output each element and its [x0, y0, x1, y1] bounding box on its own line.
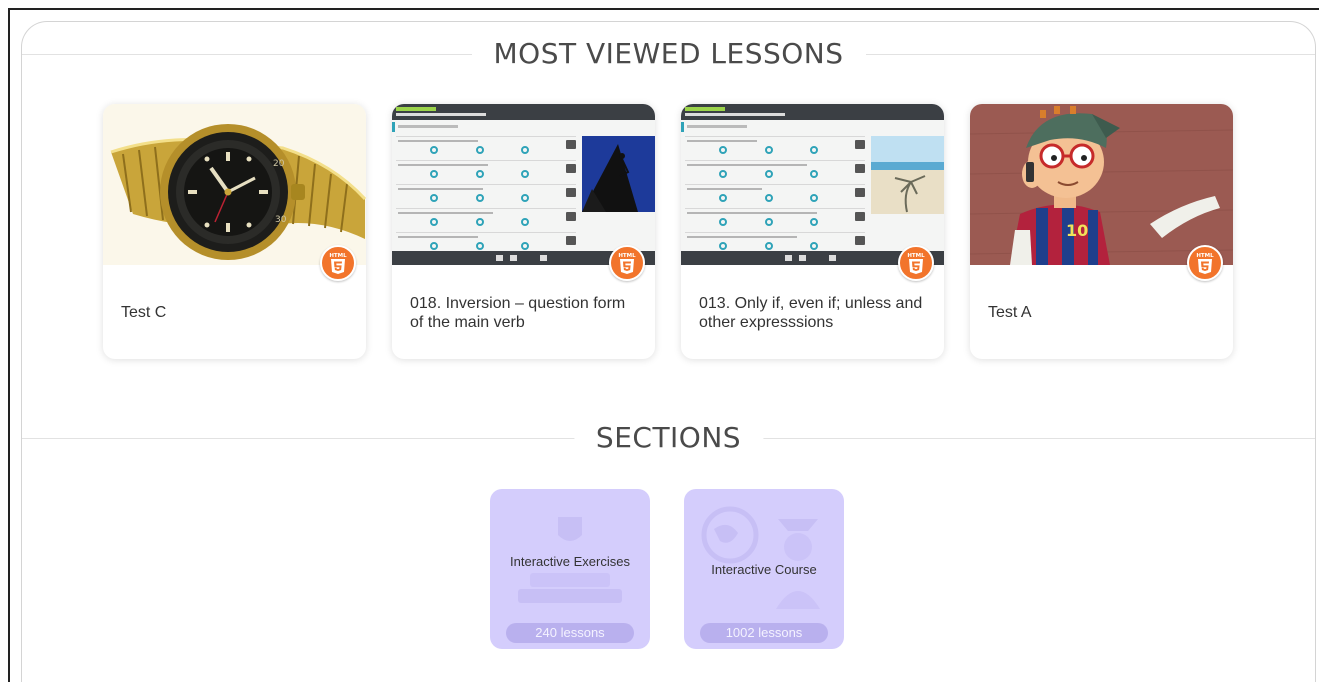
- html5-badge-icon: HTML: [320, 245, 356, 281]
- badge-label: HTML: [907, 253, 925, 259]
- svg-text:30: 30: [275, 215, 287, 225]
- lesson-thumbnail-cartoon: 10: [970, 104, 1233, 265]
- section-title: Interactive Exercises: [510, 554, 630, 569]
- sections-heading: SECTIONS: [22, 418, 1315, 458]
- lesson-card-test-a[interactable]: 10 HTML Test A: [970, 104, 1233, 359]
- lesson-card-only-if[interactable]: HTML 013. Only if, even if; unless and o…: [681, 104, 944, 359]
- badge-label: HTML: [618, 253, 636, 259]
- svg-text:10: 10: [1066, 221, 1088, 240]
- lesson-card-test-c[interactable]: 20 30 HTML Test C: [103, 104, 366, 359]
- lesson-title[interactable]: Test A: [988, 303, 1219, 322]
- lesson-count-badge: 240 lessons: [506, 623, 634, 643]
- lesson-thumbnail-exercise: [681, 104, 944, 265]
- lesson-thumbnail-watch: 20 30: [103, 104, 366, 265]
- svg-text:20: 20: [273, 159, 285, 169]
- lesson-title[interactable]: 018. Inversion – question form of the ma…: [410, 294, 641, 332]
- most-viewed-heading: MOST VIEWED LESSONS: [22, 34, 1315, 74]
- section-card-interactive-course[interactable]: Interactive Course 1002 lessons: [684, 489, 844, 649]
- lesson-title[interactable]: 013. Only if, even if; unless and other …: [699, 294, 930, 332]
- lesson-title[interactable]: Test C: [121, 303, 352, 322]
- lesson-count-badge: 1002 lessons: [700, 623, 828, 643]
- lesson-card-inversion[interactable]: HTML 018. Inversion – question form of t…: [392, 104, 655, 359]
- html5-badge-icon: HTML: [898, 245, 934, 281]
- html5-badge-icon: HTML: [609, 245, 645, 281]
- badge-label: HTML: [1196, 253, 1214, 259]
- sections-title: SECTIONS: [573, 418, 764, 458]
- badge-label: HTML: [329, 253, 347, 259]
- section-card-interactive-exercises[interactable]: Interactive Exercises 240 lessons: [490, 489, 650, 649]
- most-viewed-title: MOST VIEWED LESSONS: [471, 34, 866, 74]
- section-title: Interactive Course: [711, 562, 817, 577]
- lesson-thumbnail-exercise: [392, 104, 655, 265]
- html5-badge-icon: HTML: [1187, 245, 1223, 281]
